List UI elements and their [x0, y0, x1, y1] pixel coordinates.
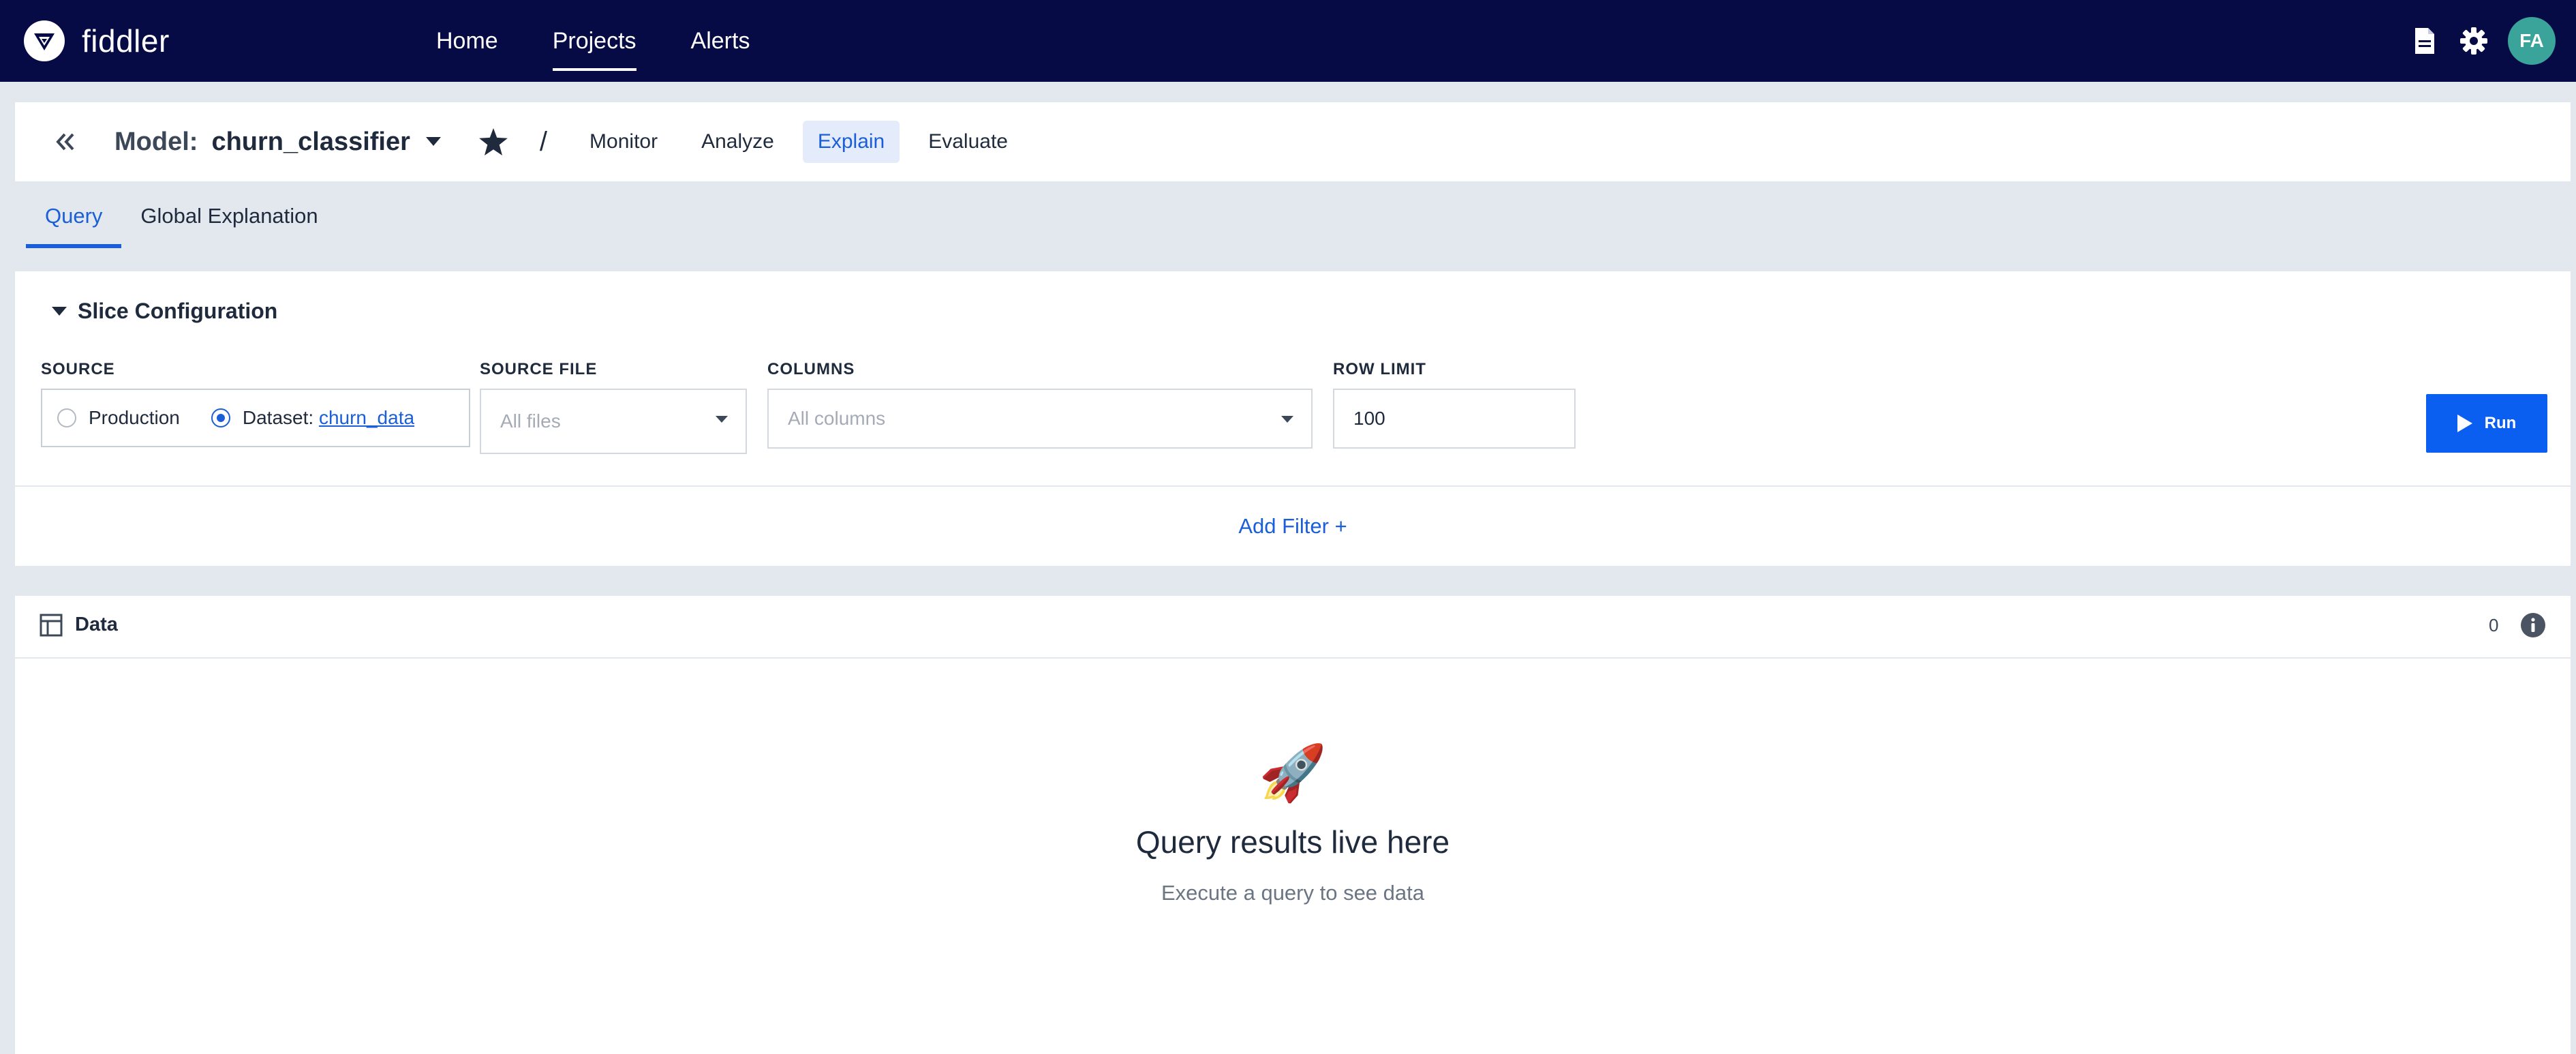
columns-placeholder: All columns	[788, 408, 886, 429]
source-radio-group: Production Dataset: churn_data	[41, 389, 470, 447]
columns-select[interactable]: All columns	[767, 389, 1313, 449]
source-label: SOURCE	[41, 360, 115, 378]
collapse-sidebar-icon[interactable]	[45, 121, 86, 162]
production-radio[interactable]	[57, 408, 76, 427]
run-button-label: Run	[2484, 414, 2517, 432]
tab-monitor[interactable]: Monitor	[574, 121, 673, 163]
row-limit-input[interactable]: 100	[1333, 389, 1576, 449]
breadcrumb-separator: /	[539, 126, 548, 157]
columns-label: COLUMNS	[767, 360, 855, 378]
empty-state-subtitle: Execute a query to see data	[1161, 881, 1425, 905]
slice-configuration-toggle[interactable]: Slice Configuration	[52, 299, 277, 324]
slice-configuration-panel: Slice Configuration SOURCE Production Da…	[15, 271, 2571, 566]
gear-icon[interactable]	[2459, 26, 2489, 56]
caret-down-icon	[52, 306, 67, 316]
nav-home[interactable]: Home	[409, 0, 525, 82]
add-filter-button[interactable]: Add Filter +	[1238, 514, 1347, 539]
empty-state-title: Query results live here	[1135, 824, 1450, 860]
source-file-placeholder: All files	[500, 410, 561, 432]
subtab-query[interactable]: Query	[26, 184, 122, 248]
dataset-prefix: Dataset:	[242, 407, 319, 428]
main-nav: Home Projects Alerts	[409, 0, 777, 82]
tab-explain[interactable]: Explain	[802, 121, 900, 163]
star-icon[interactable]	[474, 123, 512, 161]
chevron-down-icon	[1281, 416, 1293, 423]
slice-configuration-title: Slice Configuration	[78, 299, 278, 323]
row-limit-label: ROW LIMIT	[1333, 360, 1426, 378]
nav-projects[interactable]: Projects	[525, 0, 664, 82]
info-icon[interactable]	[2520, 612, 2546, 638]
explain-subtabs: Query Global Explanation	[26, 184, 337, 248]
add-filter-row: Add Filter +	[15, 487, 2571, 566]
source-file-select[interactable]: All files	[480, 389, 747, 454]
run-button[interactable]: Run	[2426, 394, 2547, 453]
empty-state: 🚀 Query results live here Execute a quer…	[15, 746, 2571, 905]
production-radio-label[interactable]: Production	[89, 407, 180, 429]
rocket-icon: 🚀	[1259, 742, 1327, 803]
nav-actions: FA	[2410, 15, 2556, 67]
row-count: 0	[2489, 615, 2499, 635]
top-navigation: fiddler Home Projects Alerts FA	[0, 0, 2576, 82]
brand-name: fiddler	[82, 23, 170, 59]
dataset-radio-label[interactable]: Dataset: churn_data	[243, 407, 414, 429]
table-icon	[40, 614, 63, 637]
chevron-down-icon	[716, 416, 728, 423]
model-header: Model: churn_classifier / Monitor Analyz…	[15, 102, 2571, 181]
tab-analyze[interactable]: Analyze	[686, 121, 789, 163]
documentation-icon[interactable]	[2410, 26, 2440, 56]
fiddler-logo-icon	[24, 20, 65, 61]
subtab-global-explanation[interactable]: Global Explanation	[121, 184, 337, 248]
user-avatar[interactable]: FA	[2508, 17, 2556, 65]
tab-evaluate[interactable]: Evaluate	[913, 121, 1023, 163]
dataset-radio[interactable]	[211, 408, 230, 427]
brand[interactable]: fiddler	[23, 18, 170, 64]
model-dropdown-caret-icon[interactable]	[420, 128, 447, 155]
data-panel-header: Data 0	[15, 596, 2571, 659]
data-panel: Data 0 🚀 Query results live here Execute…	[15, 596, 2571, 1054]
model-name[interactable]: churn_classifier	[211, 127, 410, 157]
data-panel-title: Data	[75, 614, 118, 635]
dataset-link[interactable]: churn_data	[319, 407, 414, 428]
nav-alerts[interactable]: Alerts	[664, 0, 778, 82]
model-label: Model:	[114, 127, 198, 156]
source-file-label: SOURCE FILE	[480, 360, 598, 378]
play-icon	[2457, 415, 2472, 432]
